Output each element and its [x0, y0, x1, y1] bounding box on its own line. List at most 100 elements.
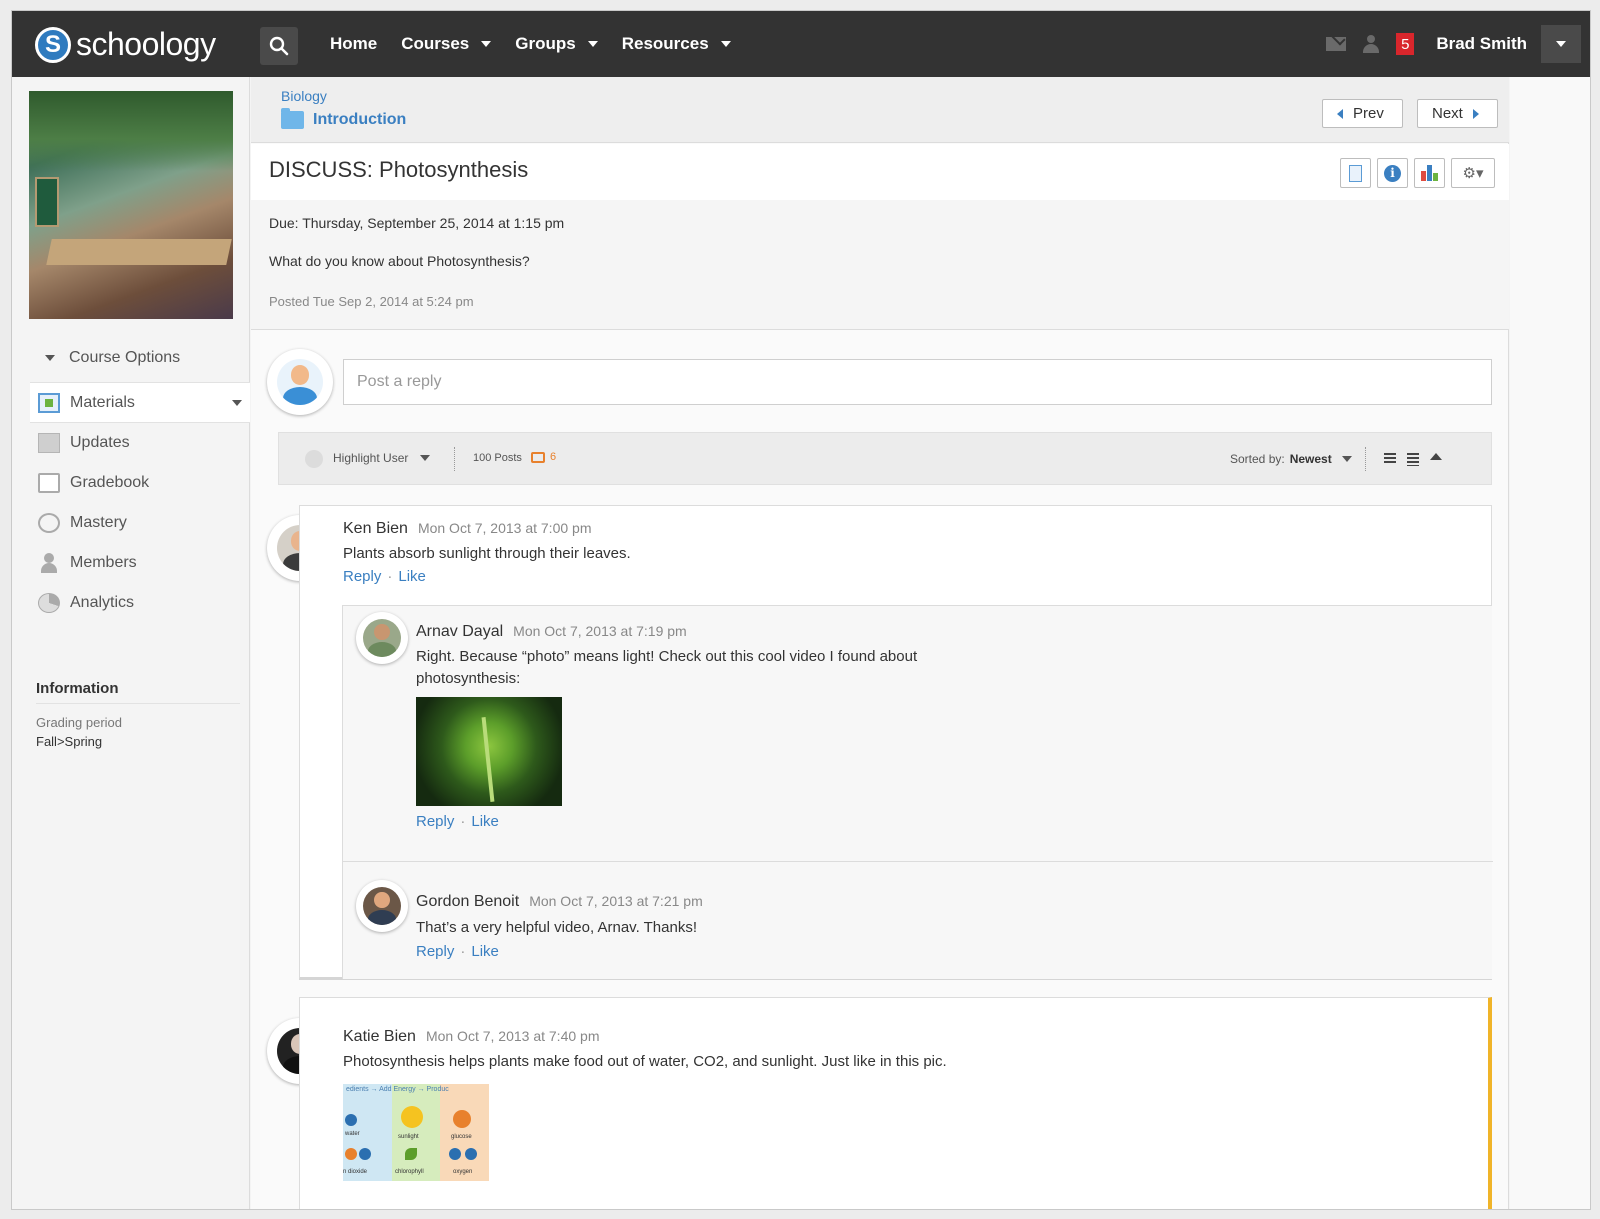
sidebar-item-label: Materials [70, 393, 135, 411]
folder-icon [281, 108, 304, 129]
comment-author[interactable]: Katie Bien [343, 1028, 416, 1045]
document-icon [1349, 164, 1362, 182]
comment-actions: Reply · Like [343, 568, 426, 585]
sidebar-item-updates[interactable]: Updates [30, 423, 250, 463]
comment-header: Arnav Dayal Mon Oct 7, 2013 at 7:19 pm [416, 623, 687, 641]
prev-button[interactable]: Prev [1322, 99, 1403, 128]
comment-bubble-icon [531, 451, 545, 463]
analytics-icon [38, 593, 60, 613]
nav-home[interactable]: Home [330, 34, 377, 54]
sidebar-item-mastery[interactable]: Mastery [30, 503, 250, 543]
new-posts-link[interactable]: 6 [531, 451, 556, 463]
like-link[interactable]: Like [471, 943, 499, 960]
document-button[interactable] [1340, 158, 1371, 188]
comment-thread: Ken Bien Mon Oct 7, 2013 at 7:00 pm Plant… [299, 505, 1493, 980]
chevron-down-icon [45, 355, 55, 361]
reply-link[interactable]: Reply [343, 568, 381, 585]
nav-courses[interactable]: Courses [401, 34, 492, 54]
highlight-user-dropdown[interactable]: Highlight User [333, 451, 431, 465]
gradebook-icon [38, 473, 60, 493]
reply-input[interactable] [343, 359, 1492, 405]
collapse-all-icon[interactable] [1430, 453, 1442, 460]
sidebar-item-members[interactable]: Members [30, 543, 250, 583]
separator: · [460, 943, 466, 960]
comment-header: Katie Bien Mon Oct 7, 2013 at 7:40 pm [343, 1028, 599, 1046]
next-label: Next [1432, 105, 1463, 122]
prev-label: Prev [1353, 105, 1384, 122]
comment-author[interactable]: Arnav Dayal [416, 623, 503, 640]
chevron-right-icon [1472, 108, 1479, 119]
reply-link[interactable]: Reply [416, 813, 454, 830]
nav-resources[interactable]: Resources [622, 34, 731, 54]
expanded-view-icon[interactable] [1407, 453, 1419, 466]
sidebar-item-label: Mastery [70, 514, 127, 531]
requests-icon[interactable] [1362, 35, 1380, 53]
water-molecule-icon [345, 1114, 357, 1126]
sidebar-item-label: Updates [70, 434, 130, 451]
notifications-badge[interactable]: 5 [1396, 33, 1415, 55]
course-profile-image [29, 91, 233, 319]
sidebar-item-label: Gradebook [70, 474, 150, 491]
photosynthesis-diagram-image[interactable]: edients → Add Energy → Produc water sunl… [343, 1084, 489, 1181]
glucose-molecule-icon [453, 1110, 471, 1128]
reply-link[interactable]: Reply [416, 943, 454, 960]
right-margin [1510, 77, 1590, 1209]
comment-text: Right. Because “photo” means light! Chec… [416, 648, 918, 687]
comment-author[interactable]: Ken Bien [343, 520, 408, 537]
diagram-column-energy [391, 1084, 441, 1181]
logo-text: schoology [76, 26, 216, 62]
user-menu-button[interactable] [1541, 25, 1581, 63]
sidebar-item-gradebook[interactable]: Gradebook [30, 463, 250, 503]
comment-time: Mon Oct 7, 2013 at 7:21 pm [529, 893, 703, 909]
chevron-down-icon [720, 41, 731, 47]
chevron-down-icon[interactable] [232, 399, 242, 406]
comment-author[interactable]: Gordon Benoit [416, 893, 519, 910]
comment-thread: Katie Bien Mon Oct 7, 2013 at 7:40 pm Pho… [299, 997, 1492, 1209]
analytics-button[interactable] [1414, 158, 1445, 188]
comment-text: Plants absorb sunlight through their lea… [343, 545, 631, 562]
oxygen-molecule-icon [449, 1148, 461, 1160]
mastery-icon [38, 513, 60, 533]
messages-icon[interactable] [1326, 37, 1347, 51]
chart-icon-bar [1432, 173, 1438, 181]
like-link[interactable]: Like [471, 813, 499, 830]
discussion-prompt: What do you know about Photosynthesis? [269, 253, 530, 269]
info-button[interactable]: i [1377, 158, 1408, 188]
settings-button[interactable]: ⚙▾ [1451, 158, 1495, 188]
carbon-dioxide-icon [359, 1148, 371, 1160]
sidebar-item-materials[interactable]: Materials [30, 382, 250, 423]
sort-label: Sorted by: [1230, 452, 1285, 466]
chart-icon-bar [1426, 165, 1432, 181]
schoology-logo[interactable]: S schoology [35, 26, 216, 63]
nav-courses-label: Courses [401, 34, 470, 53]
chevron-down-icon [481, 41, 492, 47]
nav-groups[interactable]: Groups [515, 34, 598, 54]
like-link[interactable]: Like [398, 568, 426, 585]
diagram-label: sunlight [398, 1134, 419, 1140]
discussion-toolbar: i ⚙▾ [1340, 158, 1501, 188]
sort-dropdown[interactable]: Sorted by: Newest [1230, 452, 1352, 466]
discussion-header: DISCUSS: Photosynthesis i ⚙▾ [251, 144, 1509, 200]
leaf-video-thumbnail[interactable] [416, 697, 562, 806]
search-button[interactable] [260, 27, 298, 65]
breadcrumb-course-link[interactable]: Biology [281, 88, 327, 104]
course-options-toggle[interactable]: Course Options [45, 349, 180, 367]
divider [1365, 447, 1366, 471]
course-image-detail [29, 91, 233, 171]
avatar [356, 612, 408, 664]
user-name-link[interactable]: Brad Smith [1436, 34, 1527, 54]
chevron-down-icon [420, 455, 431, 461]
breadcrumb-folder-link[interactable]: Introduction [281, 108, 407, 129]
comment-text: That’s a very helpful video, Arnav. Than… [416, 919, 697, 936]
sidebar-item-analytics[interactable]: Analytics [30, 583, 250, 623]
breadcrumb: Biology Introduction Prev Next [251, 77, 1509, 143]
diagram-column-products [440, 1084, 489, 1181]
main-nav: Home Courses Groups Resources [330, 11, 755, 77]
compact-view-icon[interactable] [1384, 453, 1396, 464]
breadcrumb-folder-label: Introduction [313, 111, 407, 128]
gear-icon: ⚙▾ [1462, 165, 1484, 182]
user-area: 5 Brad Smith [1326, 11, 1590, 77]
next-button[interactable]: Next [1417, 99, 1498, 128]
avatar [356, 880, 408, 932]
highlight-user-label: Highlight User [333, 451, 409, 465]
